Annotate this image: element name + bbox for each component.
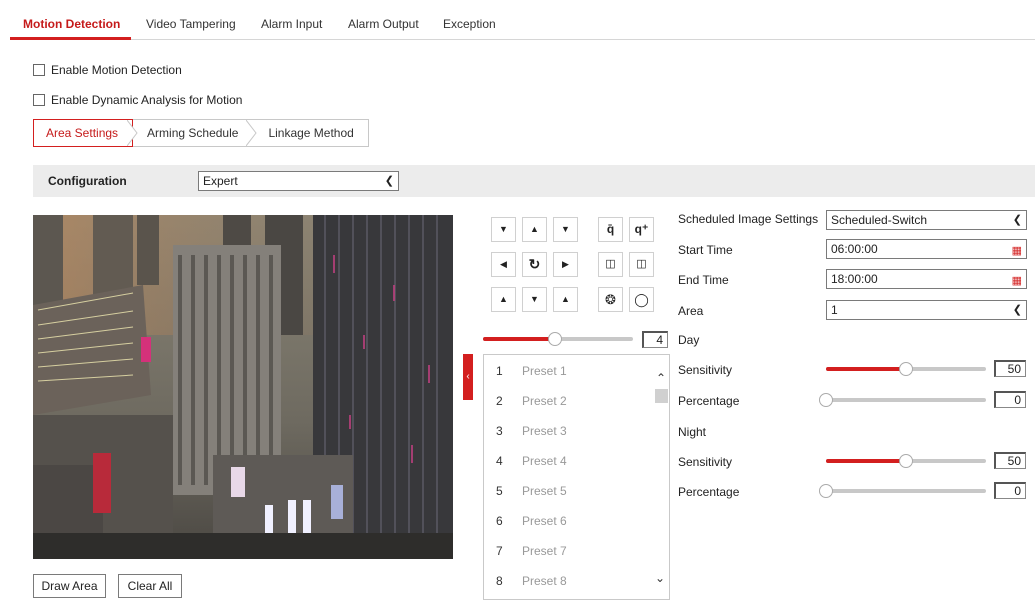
day-percentage-label: Percentage	[678, 394, 740, 408]
tab-video-tampering[interactable]: Video Tampering	[146, 17, 236, 31]
arrow-right-icon[interactable]: ▶	[553, 252, 578, 277]
day-sensitivity-value[interactable]: 50	[994, 360, 1026, 377]
subtab-linkage-method[interactable]: Linkage Method	[252, 120, 369, 146]
subtab-arming-schedule[interactable]: Arming Schedule	[133, 120, 252, 146]
ptz-speed-value[interactable]: 4	[642, 331, 668, 348]
night-sensitivity-thumb[interactable]	[899, 454, 913, 468]
focus-near-icon[interactable]: ◫	[598, 252, 623, 277]
arrow-down-left-icon[interactable]: ▼	[553, 217, 578, 242]
tab-alarm-input[interactable]: Alarm Input	[261, 17, 322, 31]
area-select[interactable]: 1 ❮	[826, 300, 1027, 320]
tab-alarm-output[interactable]: Alarm Output	[348, 17, 419, 31]
night-sensitivity-fill	[826, 459, 906, 463]
top-tab-bar: Motion Detection Video Tampering Alarm I…	[10, 0, 1035, 40]
scrollbar-thumb[interactable]	[655, 389, 668, 403]
preset-scrollbar[interactable]: ⌃ ⌄	[654, 355, 669, 599]
night-sensitivity-label: Sensitivity	[678, 455, 733, 469]
arrow-up-right-icon[interactable]: ▲	[491, 287, 516, 312]
enable-dynamic-analysis-checkbox[interactable]: Enable Dynamic Analysis for Motion	[33, 93, 242, 107]
day-label: Day	[678, 333, 700, 347]
area-value: 1	[831, 303, 838, 317]
night-percentage-track[interactable]	[826, 489, 986, 493]
configuration-bar: Configuration Expert ❮	[33, 165, 1035, 197]
arrow-left-icon[interactable]: ◀	[491, 252, 516, 277]
day-percentage-thumb[interactable]	[819, 393, 833, 407]
sub-tab-bar: Area Settings Arming Schedule Linkage Me…	[33, 119, 369, 147]
scheduled-image-settings-select[interactable]: Scheduled-Switch ❮	[826, 210, 1027, 230]
calendar-icon[interactable]: ▦	[1012, 242, 1022, 260]
night-percentage-label: Percentage	[678, 485, 740, 499]
auto-pan-icon[interactable]: ↻	[522, 252, 547, 277]
start-time-label: Start Time	[678, 243, 733, 257]
arrow-down-icon[interactable]: ▼	[522, 287, 547, 312]
start-time-input[interactable]: 06:00:00 ▦	[826, 239, 1027, 259]
night-label: Night	[678, 425, 707, 439]
enable-motion-detection-label: Enable Motion Detection	[51, 63, 182, 77]
list-item[interactable]: 4 Preset 4	[484, 445, 654, 475]
start-time-value: 06:00:00	[831, 242, 878, 256]
active-tab-indicator	[10, 37, 131, 40]
subtab-area-settings[interactable]: Area Settings	[33, 119, 134, 147]
end-time-label: End Time	[678, 273, 729, 287]
iris-close-icon[interactable]: ◯	[629, 287, 654, 312]
enable-motion-detection-checkbox[interactable]: Enable Motion Detection	[33, 63, 182, 77]
collapse-panel-icon[interactable]: ‹	[463, 354, 473, 400]
day-sensitivity-fill	[826, 367, 906, 371]
focus-far-icon[interactable]: ◫	[629, 252, 654, 277]
list-item[interactable]: 2 Preset 2	[484, 385, 654, 415]
chevron-down-icon: ❮	[384, 175, 394, 187]
configuration-label: Configuration	[48, 174, 127, 188]
draw-area-button[interactable]: Draw Area	[33, 574, 106, 598]
ptz-speed-fill	[483, 337, 555, 341]
list-item[interactable]: 1 Preset 1	[484, 355, 654, 385]
video-preview[interactable]	[33, 215, 453, 559]
scroll-up-icon[interactable]: ⌃	[656, 371, 666, 385]
configuration-select[interactable]: Expert ❮	[198, 171, 399, 191]
arrow-up-left-icon[interactable]: ▲	[553, 287, 578, 312]
checkbox-box[interactable]	[33, 64, 45, 76]
clear-all-button[interactable]: Clear All	[118, 574, 182, 598]
end-time-value: 18:00:00	[831, 272, 878, 286]
scroll-down-icon[interactable]: ⌄	[655, 571, 665, 585]
scheduled-image-settings-label: Scheduled Image Settings	[678, 212, 819, 226]
night-percentage-thumb[interactable]	[819, 484, 833, 498]
ptz-speed-thumb[interactable]	[548, 332, 562, 346]
zoom-in-icon[interactable]: q⁺	[629, 217, 654, 242]
list-item[interactable]: 3 Preset 3	[484, 415, 654, 445]
configuration-value: Expert	[203, 174, 238, 188]
list-item[interactable]: 7 Preset 7	[484, 535, 654, 565]
arrow-down-right-icon[interactable]: ▼	[491, 217, 516, 242]
tab-exception[interactable]: Exception	[443, 17, 496, 31]
day-percentage-value[interactable]: 0	[994, 391, 1026, 408]
end-time-input[interactable]: 18:00:00 ▦	[826, 269, 1027, 289]
night-sensitivity-value[interactable]: 50	[994, 452, 1026, 469]
day-percentage-track[interactable]	[826, 398, 986, 402]
scheduled-image-settings-value: Scheduled-Switch	[831, 213, 928, 227]
checkbox-box[interactable]	[33, 94, 45, 106]
chevron-down-icon: ❮	[1012, 214, 1022, 226]
list-item[interactable]: 5 Preset 5	[484, 475, 654, 505]
night-percentage-value[interactable]: 0	[994, 482, 1026, 499]
calendar-icon[interactable]: ▦	[1012, 272, 1022, 290]
arrow-up-icon[interactable]: ▲	[522, 217, 547, 242]
iris-open-icon[interactable]: ❂	[598, 287, 623, 312]
enable-dynamic-analysis-label: Enable Dynamic Analysis for Motion	[51, 93, 243, 107]
day-sensitivity-thumb[interactable]	[899, 362, 913, 376]
area-label: Area	[678, 304, 704, 318]
chevron-down-icon: ❮	[1012, 304, 1022, 316]
list-item[interactable]: 8 Preset 8	[484, 565, 654, 595]
preset-list: 1 Preset 1 2 Preset 2 3 Preset 3 4 Preset 4 …	[483, 354, 670, 600]
camera-image	[33, 215, 453, 559]
tab-motion-detection[interactable]: Motion Detection	[23, 17, 120, 31]
day-sensitivity-label: Sensitivity	[678, 363, 733, 377]
list-item[interactable]: 6 Preset 6	[484, 505, 654, 535]
zoom-out-icon[interactable]: q̄	[598, 217, 623, 242]
